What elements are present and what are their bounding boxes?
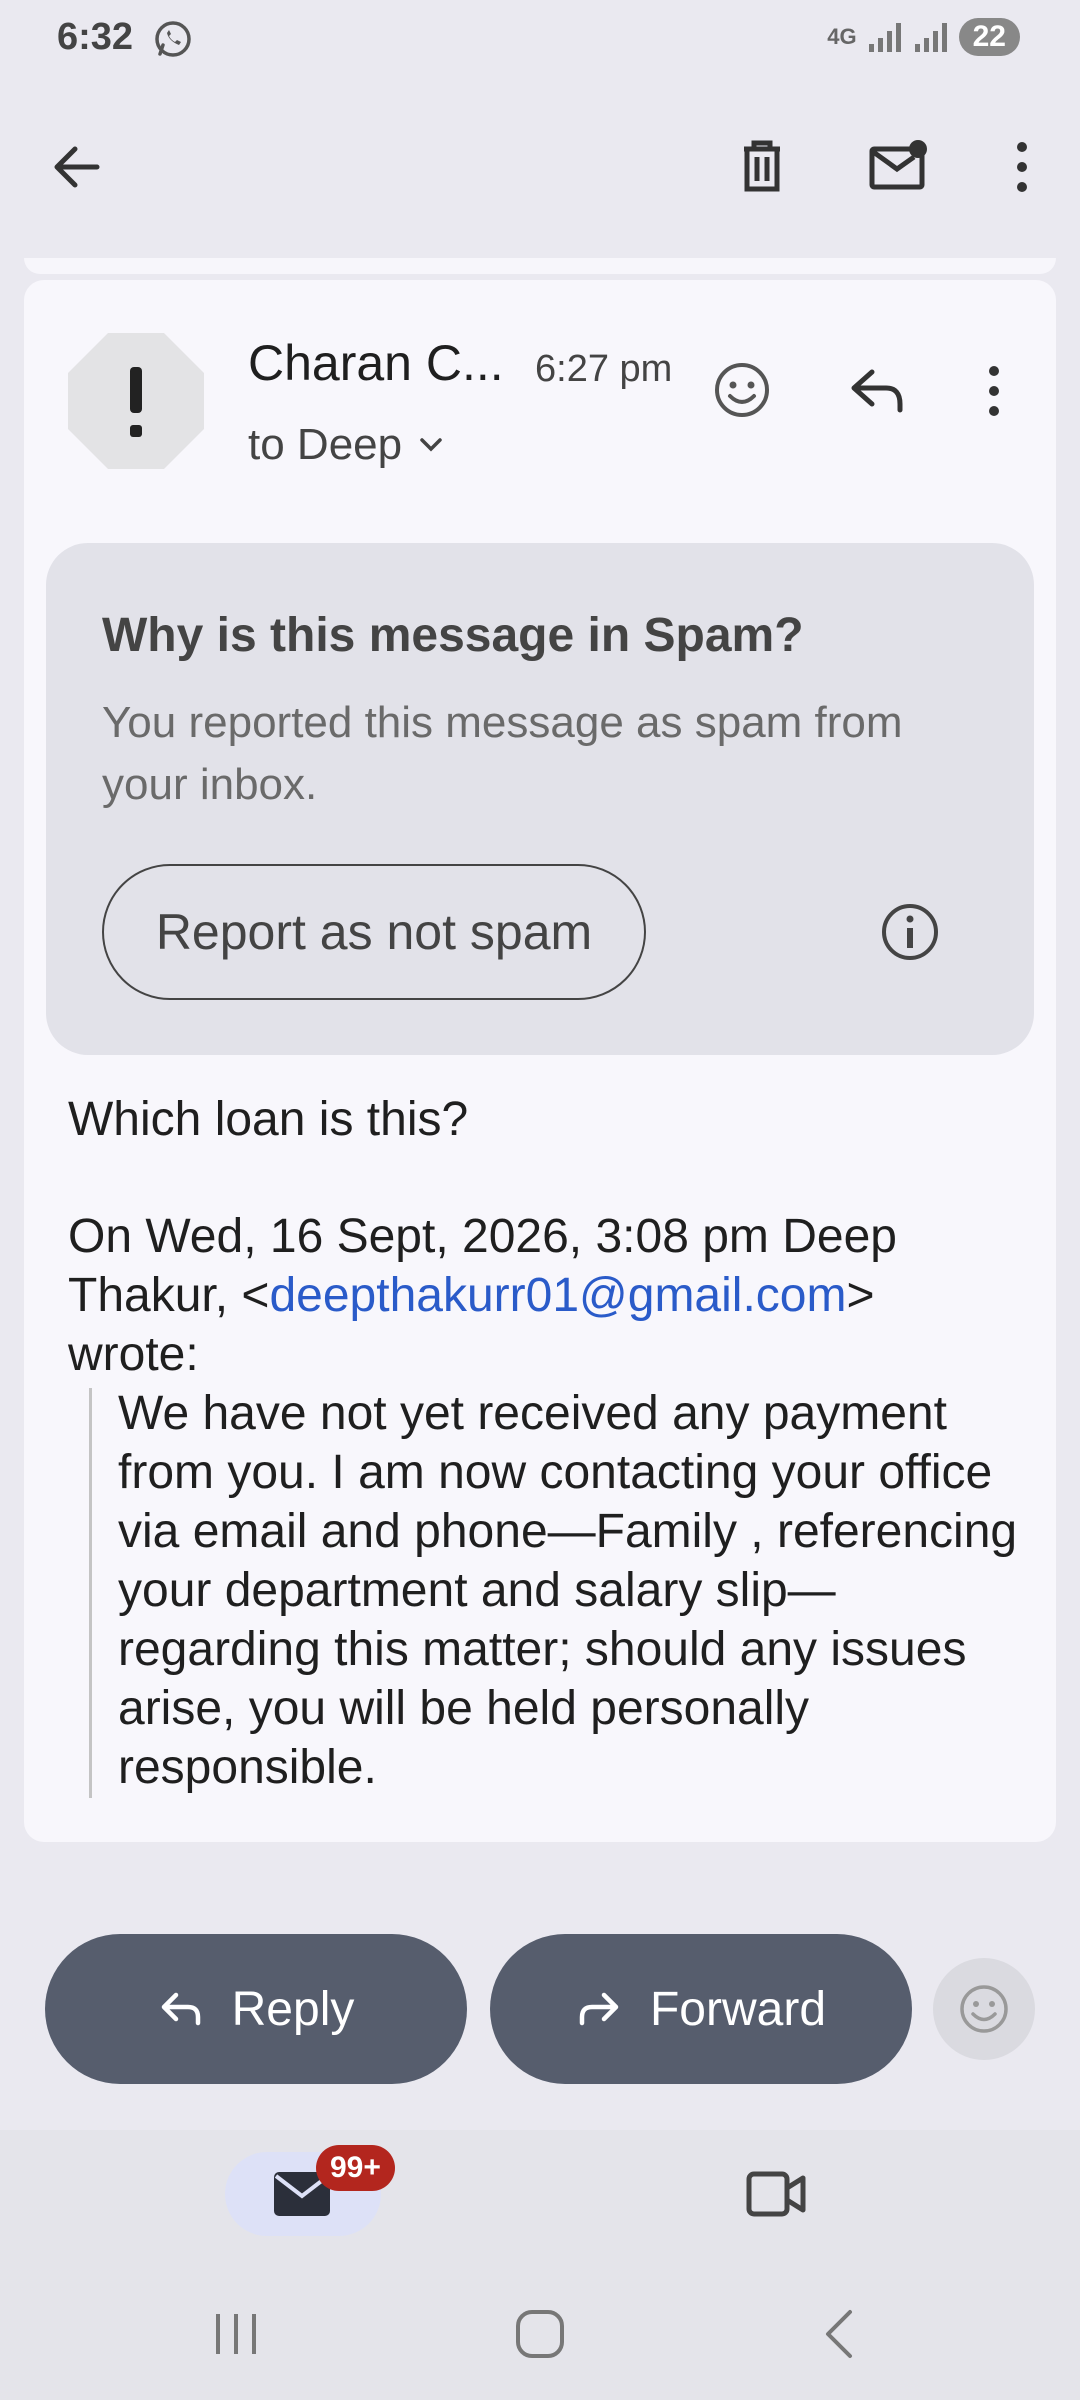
back-arrow-icon[interactable] xyxy=(45,135,109,199)
unread-count-badge: 99+ xyxy=(316,2145,395,2191)
spam-warning-avatar-icon xyxy=(68,333,204,469)
quote-attribution: On Wed, 16 Sept, 2026, 3:08 pm Deep Thak… xyxy=(68,1207,1028,1384)
quote-bar xyxy=(89,1388,92,1798)
emoji-reaction-button[interactable] xyxy=(933,1958,1035,2060)
battery-indicator: 22 xyxy=(958,18,1020,56)
app-bar xyxy=(0,80,1080,260)
meet-video-icon[interactable] xyxy=(746,2168,808,2220)
back-nav-icon[interactable] xyxy=(820,2306,860,2362)
status-indicators: 4G 22 xyxy=(827,18,1020,56)
reply-label: Reply xyxy=(231,1982,355,2036)
attribution-suffix: > xyxy=(846,1269,875,1322)
chevron-down-icon xyxy=(420,438,442,452)
email-link[interactable]: deepthakurr01@gmail.com xyxy=(269,1269,846,1322)
signal-icon-2 xyxy=(914,23,947,52)
whatsapp-icon xyxy=(155,21,191,57)
status-bar: 6:32 4G 22 xyxy=(0,0,1080,80)
forward-label: Forward xyxy=(649,1982,827,2036)
status-time: 6:32 xyxy=(57,16,134,58)
previous-message-edge xyxy=(24,258,1056,274)
delete-icon[interactable] xyxy=(730,135,794,199)
recipient-details[interactable]: to Deep xyxy=(248,420,446,470)
attribution-wrote: wrote: xyxy=(68,1328,199,1381)
recent-apps-icon[interactable] xyxy=(210,2310,262,2358)
report-not-spam-button[interactable]: Report as not spam xyxy=(102,864,646,1000)
reply-button[interactable]: Reply xyxy=(45,1934,467,2084)
mark-unread-icon[interactable] xyxy=(866,135,930,199)
signal-icon xyxy=(868,23,901,52)
forward-arrow-icon xyxy=(579,1992,619,2026)
info-icon[interactable] xyxy=(880,902,940,962)
sender-name[interactable]: Charan C... xyxy=(248,334,504,392)
message-more-icon[interactable] xyxy=(974,362,1014,420)
home-icon[interactable] xyxy=(512,2306,568,2362)
forward-button[interactable]: Forward xyxy=(490,1934,912,2084)
reply-arrow-icon xyxy=(161,1992,200,2026)
network-type: 4G xyxy=(827,24,857,49)
message-question: Which loan is this? xyxy=(68,1093,469,1146)
message-time: 6:27 pm xyxy=(535,348,673,390)
spam-title: Why is this message in Spam? xyxy=(102,609,804,662)
spam-description: You reported this message as spam from y… xyxy=(102,698,903,809)
add-reaction-icon[interactable] xyxy=(712,360,772,420)
quoted-text: We have not yet received any payment fro… xyxy=(118,1387,1018,1794)
smiley-icon xyxy=(960,1985,1008,2033)
recipient-label: to Deep xyxy=(248,420,403,469)
more-vert-icon[interactable] xyxy=(990,135,1054,199)
reply-icon[interactable] xyxy=(848,362,906,418)
